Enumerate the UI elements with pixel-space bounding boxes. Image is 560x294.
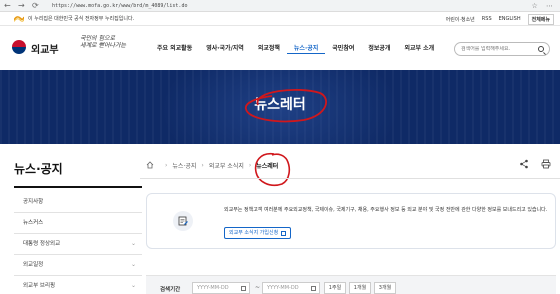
search-icon[interactable] xyxy=(538,46,544,52)
sidebar-item-label: 대통령 정상외교 xyxy=(23,241,61,247)
utility-links: 어린이·청소년 RSS ENGLISH 전체메뉴 xyxy=(446,13,554,25)
nav-participation[interactable]: 국민참여 xyxy=(325,44,361,54)
document-edit-icon xyxy=(173,211,193,231)
start-date-placeholder: YYYY-MM-DD xyxy=(197,285,229,291)
gov-flag-icon xyxy=(14,16,24,22)
sidebar-item-label: 외교일정 xyxy=(23,262,44,268)
nav-policy[interactable]: 외교정책 xyxy=(251,44,287,54)
sidebar-item-schedule[interactable]: 외교일정 ⌄ xyxy=(14,255,142,276)
sidebar-item-label: 공지사항 xyxy=(23,199,44,205)
share-icon[interactable] xyxy=(518,158,530,170)
page-actions xyxy=(518,158,552,170)
slogan-line-2: 세계로 뻗어나가는 xyxy=(80,42,127,49)
site-search xyxy=(454,42,550,56)
period-3month-button[interactable]: 3개월 xyxy=(374,282,396,294)
sidebar-item-label: 외교부 브리핑 xyxy=(23,283,56,289)
link-youth[interactable]: 어린이·청소년 xyxy=(446,16,475,23)
search-input[interactable] xyxy=(461,46,533,52)
nav-disclosure[interactable]: 정보공개 xyxy=(361,44,397,54)
site-header: 외교부 국민의 힘으로 세계로 뻗어나가는 주요 외교활동 영사·국가/지역 외… xyxy=(0,26,560,70)
mofa-logo-icon[interactable] xyxy=(12,40,26,54)
annotation-circle xyxy=(244,88,327,123)
home-icon[interactable] xyxy=(146,161,154,169)
browser-toolbar: ← → ⟳ https://www.mofa.go.kr/www/brd/m_4… xyxy=(0,0,560,12)
date-search-panel: 검색기간 YYYY-MM-DD ~ YYYY-MM-DD 1주일 1개월 3개월 xyxy=(146,275,556,294)
gov-notice: 이 누리집은 대한민국 공식 전자정부 누리집입니다. xyxy=(28,16,135,22)
newsletter-description: 외교부는 정책고객 여러분께 주요외교정책, 국제이슈, 국제기구, 채용, 주… xyxy=(224,207,548,213)
forward-icon[interactable]: → xyxy=(18,1,25,11)
slogan: 국민의 힘으로 세계로 뻗어나가는 xyxy=(80,35,126,49)
refresh-icon[interactable]: ⟳ xyxy=(32,1,39,11)
breadcrumb-separator: › xyxy=(165,161,168,169)
sidebar-item-briefing[interactable]: 외교부 브리핑 ⌄ xyxy=(14,276,142,294)
calendar-icon[interactable] xyxy=(311,286,316,291)
breadcrumb-news[interactable]: 뉴스·공지 xyxy=(172,161,196,170)
end-date-placeholder: YYYY-MM-DD xyxy=(267,285,299,291)
breadcrumb-separator: › xyxy=(201,161,204,169)
subscribe-label: 외교부 소식지 가입신청 xyxy=(229,230,279,236)
date-range-separator: ~ xyxy=(255,284,261,291)
annotation-circle xyxy=(254,152,291,187)
gov-banner: 이 누리집은 대한민국 공식 전자정부 누리집입니다. 어린이·청소년 RSS … xyxy=(0,12,560,26)
chevron-down-icon: ⌄ xyxy=(130,282,136,289)
breadcrumb-bulletin[interactable]: 외교부 소식지 xyxy=(209,161,244,170)
page-banner: 뉴스레터 xyxy=(0,70,560,144)
sidebar-item-label: 뉴스커스 xyxy=(23,220,44,226)
address-bar[interactable]: https://www.mofa.go.kr/www/brd/m_4089/li… xyxy=(52,1,187,11)
sidebar-item-newsfocus[interactable]: 뉴스커스 xyxy=(14,213,142,234)
breadcrumb: › 뉴스·공지 › 외교부 소식지 › 뉴스레터 xyxy=(146,158,556,172)
full-menu-button[interactable]: 전체메뉴 xyxy=(527,13,554,25)
link-rss[interactable]: RSS xyxy=(482,16,492,22)
period-1month-button[interactable]: 1개월 xyxy=(349,282,371,294)
search-period-label: 검색기간 xyxy=(160,287,181,293)
slogan-line-1: 국민의 힘으로 xyxy=(80,35,116,42)
end-date-input[interactable]: YYYY-MM-DD xyxy=(262,282,320,294)
nav-about[interactable]: 외교부 소개 xyxy=(397,44,441,54)
chevron-down-icon: ⌄ xyxy=(130,240,136,247)
nav-news[interactable]: 뉴스·공지 xyxy=(286,44,326,54)
nav-diplomacy[interactable]: 주요 외교활동 xyxy=(150,44,199,54)
newsletter-info-box: 외교부는 정책고객 여러분께 주요외교정책, 국제이슈, 국제기구, 채용, 주… xyxy=(146,193,556,249)
chevron-down-icon: ⌄ xyxy=(130,261,136,268)
calendar-icon[interactable] xyxy=(241,286,246,291)
sidebar-item-notice[interactable]: 공지사항 xyxy=(14,192,142,213)
main-nav: 주요 외교활동 영사·국가/지역 외교정책 뉴스·공지 국민참여 정보공개 외교… xyxy=(150,44,441,54)
period-1week-button[interactable]: 1주일 xyxy=(324,282,346,294)
link-english[interactable]: ENGLISH xyxy=(499,16,521,22)
sidebar: 뉴스·공지 공지사항 뉴스커스 대통령 정상외교 ⌄ 외교일정 ⌄ 외교부 브리핑 ⌄ xyxy=(0,144,142,294)
subscribe-button[interactable]: 외교부 소식지 가입신청 xyxy=(224,227,292,239)
sidebar-title: 뉴스·공지 xyxy=(14,162,63,176)
print-icon[interactable] xyxy=(540,158,552,170)
new-window-icon xyxy=(281,230,287,236)
site-logo-text[interactable]: 외교부 xyxy=(31,41,59,56)
browser-actions[interactable]: ☆ ⋯ xyxy=(531,1,556,11)
nav-consular[interactable]: 영사·국가/지역 xyxy=(199,44,251,54)
sidebar-item-summit[interactable]: 대통령 정상외교 ⌄ xyxy=(14,234,142,255)
start-date-input[interactable]: YYYY-MM-DD xyxy=(192,282,250,294)
back-icon[interactable]: ← xyxy=(4,1,11,11)
